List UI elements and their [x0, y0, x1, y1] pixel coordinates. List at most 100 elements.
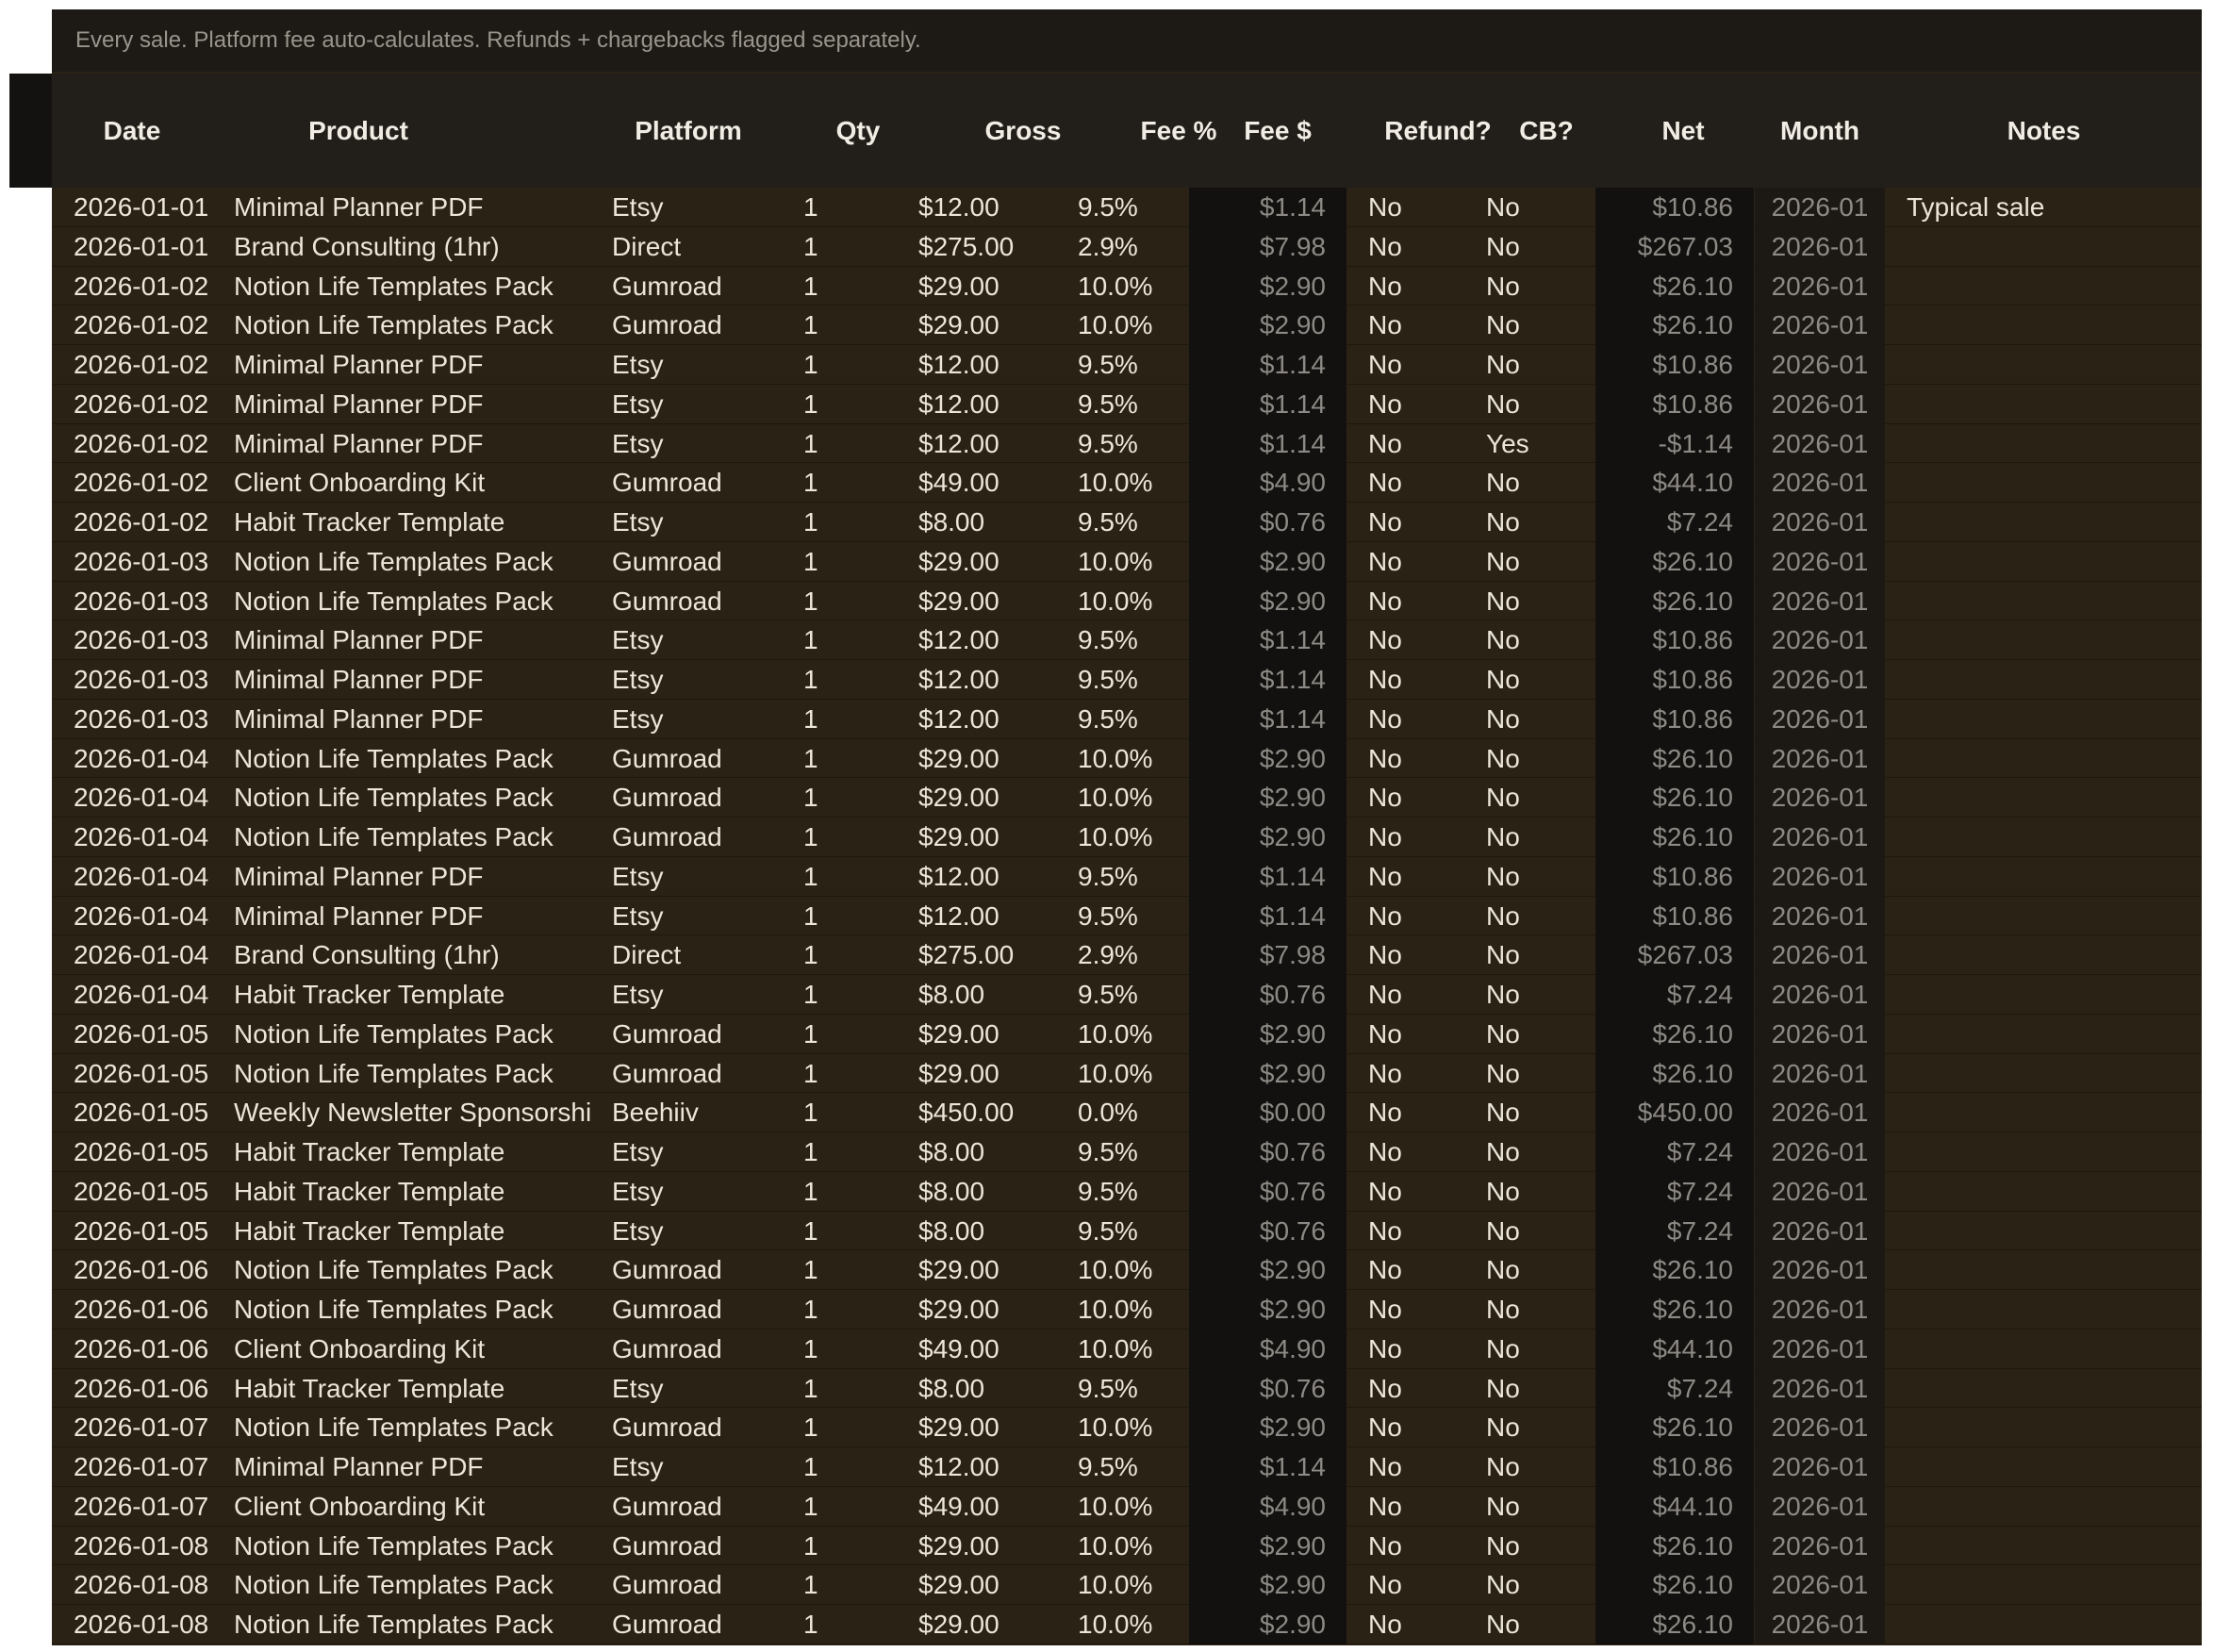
cell-platform[interactable]: Gumroad	[612, 818, 801, 857]
cell-fee-amount[interactable]: $0.76	[1189, 1171, 1347, 1212]
cell-chargeback[interactable]: No	[1486, 503, 1599, 542]
cell-gross[interactable]: $49.00	[918, 1330, 1079, 1369]
cell-product[interactable]: Minimal Planner PDF	[234, 620, 611, 660]
cell-notes[interactable]	[1907, 1250, 2189, 1290]
cell-date[interactable]: 2026-01-06	[74, 1330, 215, 1369]
cell-refund[interactable]: No	[1368, 542, 1481, 582]
cell-net[interactable]: $26.10	[1595, 266, 1754, 306]
cell-product[interactable]: Notion Life Templates Pack	[234, 1565, 611, 1605]
cell-month[interactable]: 2026-01	[1755, 581, 1885, 621]
cell-gross[interactable]: $29.00	[918, 1408, 1079, 1447]
cell-notes[interactable]	[1907, 1487, 2189, 1527]
cell-fee-amount[interactable]: $4.90	[1189, 1486, 1347, 1527]
cell-product[interactable]: Habit Tracker Template	[234, 975, 611, 1015]
cell-refund[interactable]: No	[1368, 1015, 1481, 1054]
cell-month[interactable]: 2026-01	[1755, 778, 1885, 818]
cell-gross[interactable]: $29.00	[918, 1250, 1079, 1290]
cell-net[interactable]: $26.10	[1595, 306, 1754, 345]
cell-fee-amount[interactable]: $2.90	[1189, 581, 1347, 621]
cell-net[interactable]: $44.10	[1595, 1486, 1754, 1527]
cell-platform[interactable]: Etsy	[612, 620, 801, 660]
cell-month[interactable]: 2026-01	[1755, 1526, 1885, 1566]
cell-product[interactable]: Client Onboarding Kit	[234, 1487, 611, 1527]
cell-chargeback[interactable]: Yes	[1486, 424, 1599, 464]
cell-product[interactable]: Notion Life Templates Pack	[234, 1605, 611, 1644]
cell-refund[interactable]: No	[1368, 227, 1481, 267]
cell-platform[interactable]: Gumroad	[612, 1290, 801, 1330]
cell-date[interactable]: 2026-01-03	[74, 660, 215, 700]
cell-product[interactable]: Habit Tracker Template	[234, 1369, 611, 1409]
column-header-notes[interactable]: Notes	[1886, 74, 2202, 188]
cell-chargeback[interactable]: No	[1486, 1369, 1599, 1409]
cell-chargeback[interactable]: No	[1486, 1015, 1599, 1054]
cell-month[interactable]: 2026-01	[1755, 423, 1885, 464]
cell-qty[interactable]: 1	[803, 503, 917, 542]
cell-qty[interactable]: 1	[803, 1447, 917, 1487]
cell-platform[interactable]: Direct	[612, 227, 801, 267]
cell-fee-amount[interactable]: $2.90	[1189, 266, 1347, 306]
cell-chargeback[interactable]: No	[1486, 1290, 1599, 1330]
row-header-corner[interactable]	[9, 74, 53, 188]
cell-net[interactable]: $10.86	[1595, 699, 1754, 739]
cell-product[interactable]: Minimal Planner PDF	[234, 660, 611, 700]
cell-refund[interactable]: No	[1368, 1565, 1481, 1605]
cell-gross[interactable]: $12.00	[918, 700, 1079, 739]
cell-net[interactable]: $26.10	[1595, 1526, 1754, 1566]
cell-fee-amount[interactable]: $2.90	[1189, 306, 1347, 345]
cell-product[interactable]: Brand Consulting (1hr)	[234, 935, 611, 975]
cell-notes[interactable]	[1907, 1527, 2189, 1566]
cell-gross[interactable]: $29.00	[918, 542, 1079, 582]
cell-chargeback[interactable]: No	[1486, 227, 1599, 267]
cell-product[interactable]: Notion Life Templates Pack	[234, 1250, 611, 1290]
cell-qty[interactable]: 1	[803, 739, 917, 779]
cell-net[interactable]: $26.10	[1595, 778, 1754, 818]
cell-qty[interactable]: 1	[803, 463, 917, 503]
cell-notes[interactable]	[1907, 267, 2189, 306]
cell-date[interactable]: 2026-01-05	[74, 1172, 215, 1212]
cell-month[interactable]: 2026-01	[1755, 1408, 1885, 1447]
cell-fee-amount[interactable]: $0.76	[1189, 1211, 1347, 1251]
cell-chargeback[interactable]: No	[1486, 385, 1599, 424]
cell-refund[interactable]: No	[1368, 1172, 1481, 1212]
cell-net[interactable]: $10.86	[1595, 384, 1754, 424]
cell-fee-amount[interactable]: $0.00	[1189, 1093, 1347, 1132]
cell-date[interactable]: 2026-01-05	[74, 1054, 215, 1094]
cell-gross[interactable]: $29.00	[918, 267, 1079, 306]
cell-qty[interactable]: 1	[803, 1132, 917, 1172]
cell-qty[interactable]: 1	[803, 660, 917, 700]
cell-date[interactable]: 2026-01-02	[74, 503, 215, 542]
cell-gross[interactable]: $29.00	[918, 1527, 1079, 1566]
cell-chargeback[interactable]: No	[1486, 857, 1599, 897]
cell-chargeback[interactable]: No	[1486, 463, 1599, 503]
cell-net[interactable]: $10.86	[1595, 345, 1754, 385]
column-header-qty[interactable]: Qty	[787, 74, 929, 188]
cell-refund[interactable]: No	[1368, 857, 1481, 897]
cell-net[interactable]: $44.10	[1595, 463, 1754, 503]
cell-fee-amount[interactable]: $2.90	[1189, 1565, 1347, 1605]
cell-notes[interactable]	[1907, 975, 2189, 1015]
cell-month[interactable]: 2026-01	[1755, 1171, 1885, 1212]
cell-date[interactable]: 2026-01-04	[74, 818, 215, 857]
cell-platform[interactable]: Gumroad	[612, 542, 801, 582]
column-header-net[interactable]: Net	[1612, 74, 1754, 188]
cell-chargeback[interactable]: No	[1486, 1212, 1599, 1251]
cell-chargeback[interactable]: No	[1486, 897, 1599, 936]
cell-month[interactable]: 2026-01	[1755, 1211, 1885, 1251]
cell-notes[interactable]	[1907, 582, 2189, 621]
cell-date[interactable]: 2026-01-01	[74, 227, 215, 267]
cell-net[interactable]: $26.10	[1595, 1014, 1754, 1054]
cell-notes[interactable]	[1907, 1330, 2189, 1369]
cell-fee-amount[interactable]: $0.76	[1189, 1368, 1347, 1409]
cell-month[interactable]: 2026-01	[1755, 384, 1885, 424]
cell-net[interactable]: $7.24	[1595, 975, 1754, 1015]
cell-gross[interactable]: $275.00	[918, 935, 1079, 975]
cell-qty[interactable]: 1	[803, 582, 917, 621]
cell-chargeback[interactable]: No	[1486, 739, 1599, 779]
cell-notes[interactable]	[1907, 542, 2189, 582]
cell-chargeback[interactable]: No	[1486, 267, 1599, 306]
cell-platform[interactable]: Direct	[612, 935, 801, 975]
cell-chargeback[interactable]: No	[1486, 306, 1599, 345]
cell-refund[interactable]: No	[1368, 1605, 1481, 1644]
cell-chargeback[interactable]: No	[1486, 818, 1599, 857]
cell-month[interactable]: 2026-01	[1755, 738, 1885, 779]
